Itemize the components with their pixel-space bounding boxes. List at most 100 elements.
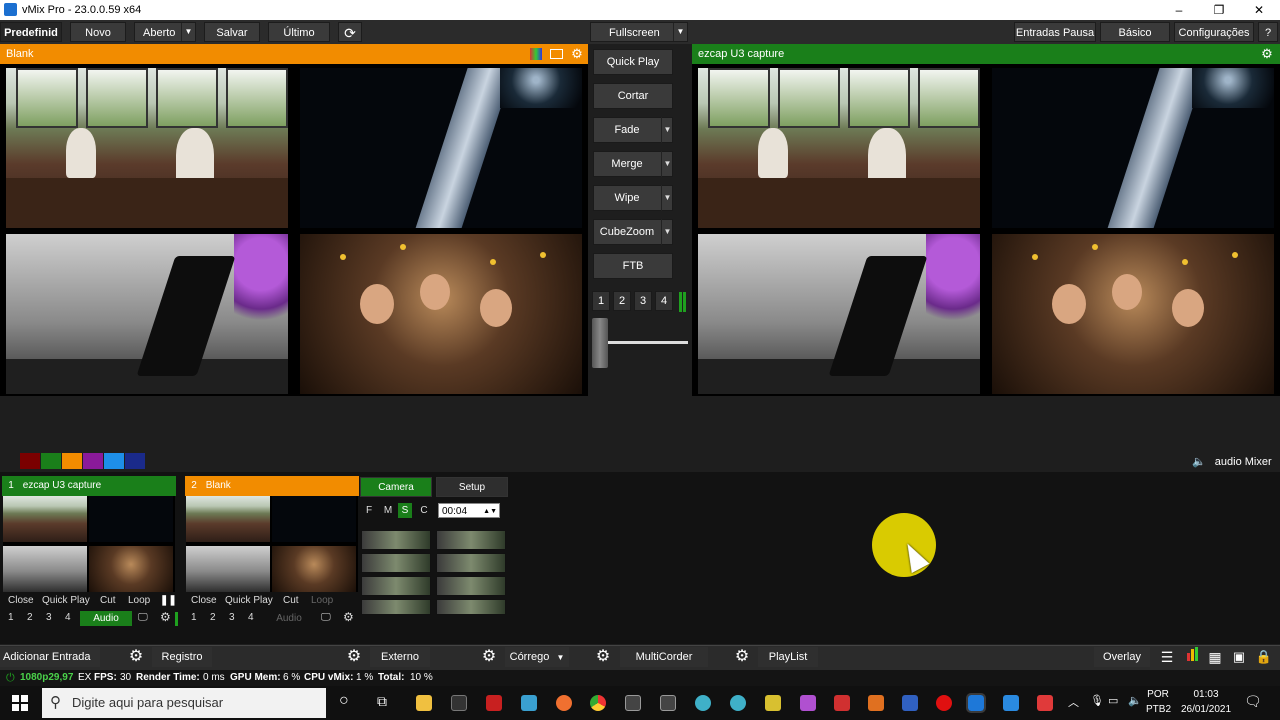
input-2-header[interactable]: 2 Blank [185,476,359,496]
overlay-1-button[interactable]: 1 [8,612,14,623]
camera-preset[interactable] [436,530,506,550]
chevron-down-icon[interactable]: ▼ [661,151,673,177]
color-swatch[interactable] [41,453,61,469]
camera-preset[interactable] [436,553,506,573]
chevron-down-icon[interactable]: ▼ [181,23,195,41]
chevron-down-icon[interactable]: ▼ [661,117,673,143]
predefinid-button[interactable]: Predefinid [0,22,62,42]
t-bar-handle[interactable] [592,318,608,368]
color-swatch[interactable] [125,453,145,469]
program-video[interactable] [692,64,1280,396]
overlay-3-button[interactable]: 3 [46,612,52,623]
cortar-button[interactable]: Cortar [593,83,673,109]
chevron-down-icon[interactable]: ▼ [661,185,673,211]
photos-icon[interactable] [1003,695,1019,711]
mode-m-button[interactable]: M [381,503,395,518]
app-s-icon[interactable] [451,695,467,711]
adicionar-entrada-button[interactable]: Adicionar Entrada ▼ [0,647,100,682]
restore-button[interactable]: ❐ [1204,2,1234,18]
gear-icon[interactable]: ⚙ [343,610,354,624]
color-swatch[interactable] [104,453,124,469]
multicorder-button[interactable]: MultiCorder [620,647,708,667]
mode-c-button[interactable]: C [417,503,431,518]
overlay-2-button[interactable]: 2 [210,612,216,623]
monitor-icon[interactable]: 🖵 [138,612,148,623]
duration-input[interactable]: 00:04 ▲▼ [438,503,500,518]
cortana-icon[interactable]: ○ [339,692,349,710]
chevron-up-icon[interactable]: ︿ [1068,694,1079,710]
monitor-icon[interactable]: 🖵 [321,612,331,623]
chevron-down-icon[interactable]: ▼ [673,23,687,41]
input-1-thumbnail[interactable] [3,496,175,592]
gear-icon[interactable]: ⚙ [593,647,613,667]
bar-chart-icon[interactable] [1182,647,1202,667]
app-yellow-icon[interactable] [765,695,781,711]
taskbar-search-box[interactable]: ⚲ Digite aqui para pesquisar [42,688,326,718]
playlist-button[interactable]: PlayList [758,647,818,667]
transition-4-button[interactable]: 4 [655,291,673,311]
minimize-button[interactable]: – [1164,2,1194,18]
ftb-button[interactable]: FTB [593,253,673,279]
overlay-2-button[interactable]: 2 [27,612,33,623]
overlay-button[interactable]: Overlay [1094,647,1150,667]
gear-icon[interactable]: ⚙ [344,647,364,667]
chevron-down-icon[interactable]: ▼ [556,653,564,662]
camera-preset[interactable] [436,576,506,596]
aberto-button[interactable]: Aberto ▼ [134,22,196,42]
audio-mixer-button[interactable]: 🔈 audio Mixer [1192,455,1280,471]
microphone-icon[interactable]: 🎙 [1090,694,1104,707]
input-language[interactable]: POR [1146,689,1170,700]
app-w-icon[interactable] [625,695,641,711]
close-window-button[interactable]: ✕ [1244,2,1274,18]
preview-video[interactable] [0,64,588,396]
chrome-icon[interactable] [590,695,606,711]
input-1-header[interactable]: 1 ezcap U3 capture [2,476,176,496]
close-button[interactable]: Close [191,595,217,606]
setup-tab[interactable]: Setup [436,477,508,497]
cut-button[interactable]: Cut [100,595,116,606]
salvar-button[interactable]: Salvar [204,22,260,42]
camera-preset[interactable] [361,530,431,550]
externo-button[interactable]: Externo [370,647,430,667]
configuracoes-button[interactable]: Configurações [1174,22,1254,42]
overlay-4-button[interactable]: 4 [65,612,71,623]
cut-button[interactable]: Cut [283,595,299,606]
corrego-button[interactable]: Córrego ▼ [505,647,569,667]
loop-button[interactable]: Loop [128,595,150,606]
camera-tab[interactable]: Camera [360,477,432,497]
close-button[interactable]: Close [8,595,34,606]
ultimo-button[interactable]: Último [268,22,330,42]
notifications-icon[interactable]: 🗨 [1244,693,1262,710]
transition-3-button[interactable]: 3 [634,291,652,311]
gear-icon[interactable]: ⚙ [160,610,171,624]
overlay-3-button[interactable]: 3 [229,612,235,623]
camera-preset[interactable] [361,553,431,573]
pause-icon[interactable]: ❚❚ [160,595,177,606]
app-x-icon[interactable] [800,695,816,711]
mode-f-button[interactable]: F [362,503,376,518]
gear-icon[interactable]: ⚙ [1260,47,1274,61]
grid-view-icon[interactable]: ▦ [1205,647,1225,667]
app-circle-icon[interactable] [730,695,746,711]
volume-icon[interactable]: 🔈 [1128,694,1142,707]
quick-play-button[interactable]: Quick Play [593,49,673,75]
color-swatch[interactable] [83,453,103,469]
app-blue-icon[interactable] [521,695,537,711]
app-w-icon[interactable] [660,695,676,711]
audio-button[interactable]: Audio [80,611,132,626]
clock-date[interactable]: 26/01/2021 [1178,704,1234,715]
mode-s-button[interactable]: S [398,503,412,518]
file-explorer-icon[interactable] [416,695,432,711]
loop-button[interactable]: Loop [311,595,333,606]
transition-1-button[interactable]: 1 [592,291,610,311]
camera-preset[interactable] [436,599,506,615]
help-button[interactable]: ? [1258,22,1278,42]
app-red-icon[interactable] [486,695,502,711]
input-2-thumbnail[interactable] [186,496,358,592]
overlay-4-button[interactable]: 4 [248,612,254,623]
app-blue-icon[interactable] [902,695,918,711]
app-red-icon[interactable] [834,695,850,711]
windows-start-icon[interactable] [12,695,28,711]
quick-play-button[interactable]: Quick Play [42,595,90,606]
screen-icon[interactable] [550,49,563,59]
